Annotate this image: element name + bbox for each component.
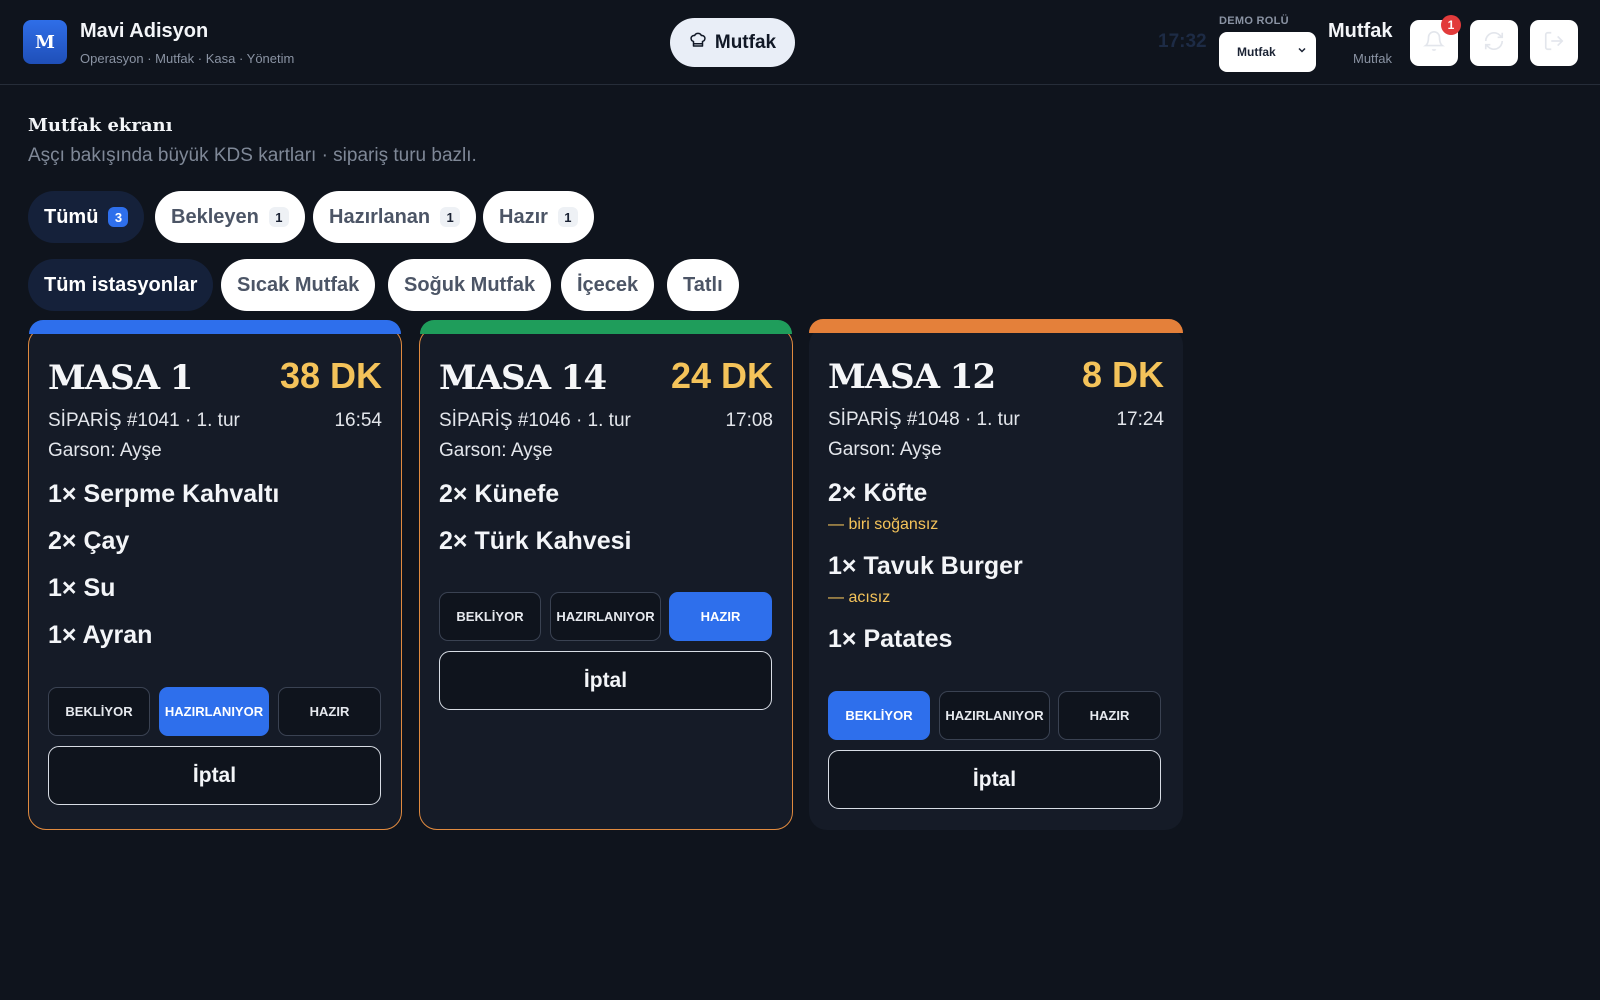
demo-role-value: Mutfak <box>1237 45 1276 59</box>
elapsed-time: 24 DK <box>670 355 773 396</box>
filter-label: Sıcak Mutfak <box>237 273 360 296</box>
status-ready-button[interactable]: HAZIR <box>669 592 772 641</box>
refresh-icon <box>1483 30 1505 57</box>
cancel-button[interactable]: İptal <box>828 750 1161 809</box>
cancel-button[interactable]: İptal <box>439 651 772 710</box>
status-preparing-button[interactable]: HAZIRLANIYOR <box>550 592 661 641</box>
filter-label: Tatlı <box>683 273 723 296</box>
waiter-name: Garson: Ayşe <box>828 439 942 460</box>
order-card: MASA 1 38 DK SİPARİŞ #1041 · 1. tur 16:5… <box>28 320 402 830</box>
filter-label: Bekleyen <box>171 205 259 228</box>
table-name: MASA 1 <box>48 358 193 398</box>
order-number: SİPARİŞ #1048 · 1. tur <box>828 409 1020 430</box>
filter-label: Hazırlanan <box>329 205 431 228</box>
filter-station-drinks[interactable]: İçecek <box>561 259 655 311</box>
role-pill-label: Mutfak <box>714 31 777 53</box>
order-time: 17:08 <box>725 410 773 431</box>
chevron-down-icon <box>1296 44 1308 59</box>
filter-count: 1 <box>440 207 461 227</box>
filter-status-ready[interactable]: Hazır 1 <box>483 191 594 243</box>
order-item: 2× Çay <box>48 527 130 555</box>
order-card: MASA 12 8 DK SİPARİŞ #1048 · 1. tur 17:2… <box>809 319 1183 830</box>
order-item: 1× Ayran <box>48 621 153 649</box>
filter-status-pending[interactable]: Bekleyen 1 <box>155 191 305 243</box>
cancel-button[interactable]: İptal <box>48 746 381 805</box>
table-name: MASA 12 <box>828 357 996 397</box>
filter-count: 1 <box>268 207 289 227</box>
order-time: 16:54 <box>334 410 382 431</box>
order-item: 2× Künefe <box>439 480 560 508</box>
filter-station-dessert[interactable]: Tatlı <box>667 259 739 311</box>
card-status-bar <box>420 320 792 334</box>
order-time: 17:24 <box>1116 409 1164 430</box>
status-pending-button[interactable]: BEKLİYOR <box>828 691 930 740</box>
filter-label: Soğuk Mutfak <box>404 273 536 296</box>
order-item: 1× Tavuk Burger <box>828 552 1023 580</box>
waiter-name: Garson: Ayşe <box>439 440 553 461</box>
order-number: SİPARİŞ #1041 · 1. tur <box>48 410 240 431</box>
order-item: 1× Su <box>48 574 116 602</box>
order-number: SİPARİŞ #1046 · 1. tur <box>439 410 631 431</box>
status-pending-button[interactable]: BEKLİYOR <box>48 687 150 736</box>
status-pending-button[interactable]: BEKLİYOR <box>439 592 541 641</box>
table-name: MASA 14 <box>439 358 607 398</box>
filter-label: Tüm istasyonlar <box>44 273 198 296</box>
chef-hat-icon <box>689 31 707 55</box>
user-role: Mutfak <box>1353 51 1393 66</box>
order-item: 2× Türk Kahvesi <box>439 527 632 555</box>
order-item: 1× Serpme Kahvaltı <box>48 480 280 508</box>
app-subtitle: Operasyon · Mutfak · Kasa · Yönetim <box>80 51 295 66</box>
page-title: Mutfak ekranı <box>28 115 173 136</box>
order-item: 1× Patates <box>828 625 953 653</box>
elapsed-time: 38 DK <box>279 355 382 396</box>
card-status-bar <box>29 320 401 334</box>
order-item: 2× Köfte <box>828 479 928 507</box>
demo-role-select[interactable]: Mutfak <box>1219 32 1316 72</box>
notification-badge: 1 <box>1441 15 1461 35</box>
filter-station-all[interactable]: Tüm istasyonlar <box>28 259 214 311</box>
item-note: — biri soğansız <box>828 516 939 533</box>
logout-icon <box>1543 30 1565 57</box>
clock: 17:32 <box>1158 31 1207 52</box>
logout-button[interactable] <box>1530 20 1578 66</box>
filter-count: 3 <box>108 207 129 227</box>
filter-label: İçecek <box>577 273 639 296</box>
status-preparing-button[interactable]: HAZIRLANIYOR <box>159 687 269 736</box>
app-name: Mavi Adisyon <box>80 20 209 42</box>
filter-label: Hazır <box>499 205 548 228</box>
page-subtitle: Aşçı bakışında büyük KDS kartları · sipa… <box>28 145 477 166</box>
demo-role-label: DEMO ROLÜ <box>1219 15 1289 27</box>
status-ready-button[interactable]: HAZIR <box>278 687 381 736</box>
top-bar: M Mavi Adisyon Operasyon · Mutfak · Kasa… <box>0 0 1600 85</box>
refresh-button[interactable] <box>1470 20 1518 66</box>
status-preparing-button[interactable]: HAZIRLANIYOR <box>939 691 1050 740</box>
waiter-name: Garson: Ayşe <box>48 440 162 461</box>
filter-status-all[interactable]: Tümü 3 <box>28 191 145 243</box>
role-pill[interactable]: Mutfak <box>670 18 795 67</box>
item-note: — acısız <box>828 589 891 606</box>
filter-station-hot[interactable]: Sıcak Mutfak <box>221 259 376 311</box>
user-name: Mutfak <box>1328 20 1393 42</box>
filter-station-cold[interactable]: Soğuk Mutfak <box>388 259 552 311</box>
bell-icon <box>1423 30 1445 57</box>
filter-status-preparing[interactable]: Hazırlanan 1 <box>313 191 477 243</box>
filter-count: 1 <box>557 207 578 227</box>
card-status-bar <box>809 319 1183 333</box>
order-card: MASA 14 24 DK SİPARİŞ #1046 · 1. tur 17:… <box>419 320 793 830</box>
elapsed-time: 8 DK <box>1081 354 1164 395</box>
status-ready-button[interactable]: HAZIR <box>1058 691 1161 740</box>
app-logo[interactable]: M <box>23 20 67 64</box>
filter-label: Tümü <box>44 205 99 228</box>
